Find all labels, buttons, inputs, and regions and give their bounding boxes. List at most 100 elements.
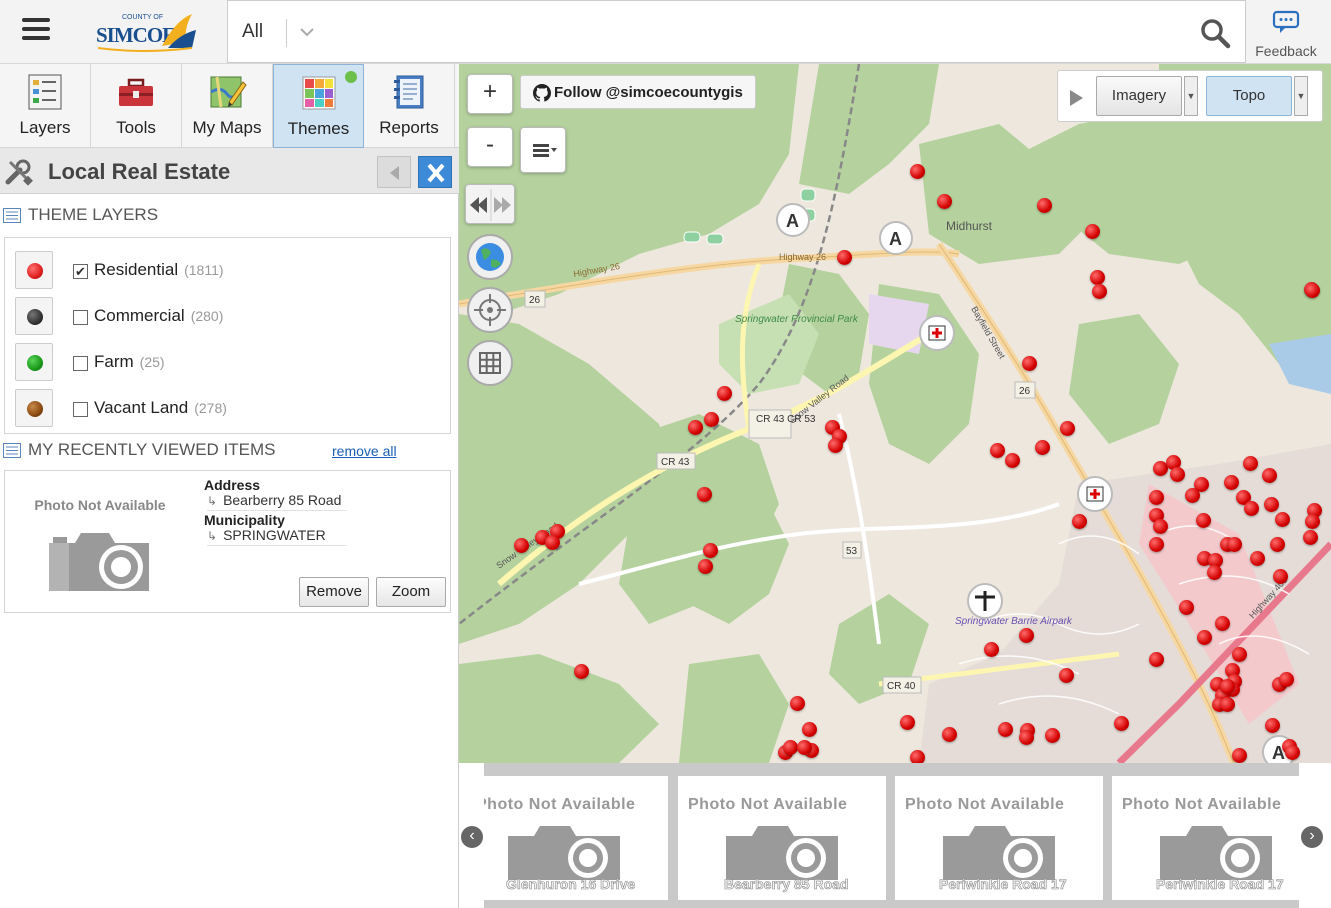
basemap-imagery[interactable]: Imagery	[1096, 76, 1182, 116]
layer-row-residential[interactable]: ✔ Residential (1811)	[15, 251, 445, 291]
layer-checkbox[interactable]: ✔	[73, 264, 88, 279]
residential-marker[interactable]	[1022, 356, 1037, 371]
residential-marker[interactable]	[1215, 616, 1230, 631]
residential-marker[interactable]	[1045, 728, 1060, 743]
chevron-down-icon[interactable]	[298, 23, 316, 41]
carousel-prev-button[interactable]: ‹	[461, 826, 483, 848]
residential-marker[interactable]	[1059, 668, 1074, 683]
residential-marker[interactable]	[937, 194, 952, 209]
residential-marker[interactable]	[514, 538, 529, 553]
residential-marker[interactable]	[1275, 512, 1290, 527]
basemap-topo[interactable]: Topo	[1206, 76, 1292, 116]
residential-marker[interactable]	[1149, 652, 1164, 667]
residential-marker[interactable]	[703, 543, 718, 558]
residential-marker[interactable]	[698, 559, 713, 574]
residential-marker[interactable]	[1090, 270, 1105, 285]
layer-row-vacant-land[interactable]: Vacant Land (278)	[15, 389, 445, 429]
residential-marker[interactable]	[1227, 537, 1242, 552]
residential-marker[interactable]	[1220, 697, 1235, 712]
remove-button[interactable]: Remove	[299, 577, 369, 607]
map-view[interactable]: Midhurst Highway 26 Highway 26 Springwat…	[459, 64, 1331, 763]
residential-marker[interactable]	[1279, 672, 1294, 687]
residential-marker[interactable]	[910, 164, 925, 179]
topo-dropdown[interactable]: ▼	[1294, 76, 1308, 116]
residential-marker[interactable]	[1207, 565, 1222, 580]
residential-marker[interactable]	[828, 438, 843, 453]
nav-themes[interactable]: Themes	[273, 64, 364, 148]
carousel-item[interactable]: Photo Not Available Periwinkle Road 17	[1112, 776, 1299, 900]
follow-github-button[interactable]: Follow @simcoecountygis	[520, 75, 756, 109]
topo-basemap[interactable]: Midhurst Highway 26 Highway 26 Springwat…	[459, 64, 1331, 763]
nav-tools[interactable]: Tools	[91, 64, 182, 148]
residential-marker[interactable]	[545, 535, 560, 550]
carousel-next-button[interactable]: ›	[1301, 826, 1323, 848]
residential-marker[interactable]	[1265, 718, 1280, 733]
residential-marker[interactable]	[783, 740, 798, 755]
residential-marker[interactable]	[1232, 748, 1247, 763]
carousel-item[interactable]: Photo Not Available Glenhuron 16 Drive	[484, 776, 668, 900]
residential-marker[interactable]	[797, 740, 812, 755]
layer-row-farm[interactable]: Farm (25)	[15, 343, 445, 383]
residential-marker[interactable]	[1244, 501, 1259, 516]
residential-marker[interactable]	[717, 386, 732, 401]
carousel-item[interactable]: Photo Not Available Bearberry 85 Road	[678, 776, 886, 900]
residential-marker[interactable]	[1224, 475, 1239, 490]
residential-marker[interactable]	[942, 727, 957, 742]
residential-marker[interactable]	[688, 420, 703, 435]
residential-marker[interactable]	[1264, 497, 1279, 512]
residential-marker[interactable]	[1035, 440, 1050, 455]
carousel-item[interactable]: Photo Not Available Periwinkle Road 17	[895, 776, 1103, 900]
residential-marker[interactable]	[1092, 284, 1107, 299]
residential-marker[interactable]	[1019, 730, 1034, 745]
residential-marker[interactable]	[1170, 467, 1185, 482]
residential-marker[interactable]	[1243, 456, 1258, 471]
residential-marker[interactable]	[790, 696, 805, 711]
search-scope-select[interactable]: All	[242, 21, 263, 43]
residential-marker[interactable]	[998, 722, 1013, 737]
layer-checkbox[interactable]	[73, 356, 88, 371]
residential-marker[interactable]	[900, 715, 915, 730]
residential-marker[interactable]	[1114, 716, 1129, 731]
imagery-dropdown[interactable]: ▼	[1184, 76, 1198, 116]
history-nav-button[interactable]	[465, 184, 515, 224]
residential-marker[interactable]	[990, 443, 1005, 458]
zoom-in-button[interactable]: +	[467, 74, 513, 114]
residential-marker[interactable]	[1303, 530, 1318, 545]
residential-marker[interactable]	[1196, 513, 1211, 528]
residential-marker[interactable]	[1220, 679, 1235, 694]
residential-marker[interactable]	[837, 250, 852, 265]
residential-marker[interactable]	[1262, 468, 1277, 483]
search-input[interactable]	[328, 11, 1178, 53]
zoom-button[interactable]: Zoom	[376, 577, 446, 607]
residential-marker[interactable]	[1060, 421, 1075, 436]
residential-marker[interactable]	[1085, 224, 1100, 239]
grid-button[interactable]	[467, 340, 513, 386]
residential-marker[interactable]	[1270, 537, 1285, 552]
residential-marker[interactable]	[1037, 198, 1052, 213]
residential-marker[interactable]	[697, 487, 712, 502]
play-icon[interactable]	[1066, 88, 1086, 108]
residential-marker[interactable]	[802, 722, 817, 737]
residential-marker[interactable]	[1305, 283, 1320, 298]
back-button[interactable]	[377, 156, 411, 188]
residential-marker[interactable]	[1250, 551, 1265, 566]
locate-button[interactable]	[467, 287, 513, 333]
globe-button[interactable]	[467, 234, 513, 280]
simcoe-logo[interactable]: COUNTY OF SIMCOE	[92, 8, 200, 56]
zoom-out-button[interactable]: -	[467, 127, 513, 167]
layer-checkbox[interactable]	[73, 402, 88, 417]
residential-marker[interactable]	[1072, 514, 1087, 529]
remove-all-link[interactable]: remove all	[332, 443, 397, 459]
residential-marker[interactable]	[1153, 519, 1168, 534]
menu-icon[interactable]	[22, 18, 50, 42]
nav-layers[interactable]: Layers	[0, 64, 91, 148]
nav-reports[interactable]: Reports	[364, 64, 455, 148]
residential-marker[interactable]	[1185, 488, 1200, 503]
residential-marker[interactable]	[1149, 490, 1164, 505]
residential-marker[interactable]	[1179, 600, 1194, 615]
residential-marker[interactable]	[1285, 745, 1300, 760]
feedback-button[interactable]: Feedback	[1250, 10, 1322, 60]
nav-my-maps[interactable]: My Maps	[182, 64, 273, 148]
residential-marker[interactable]	[1149, 537, 1164, 552]
layer-checkbox[interactable]	[73, 310, 88, 325]
